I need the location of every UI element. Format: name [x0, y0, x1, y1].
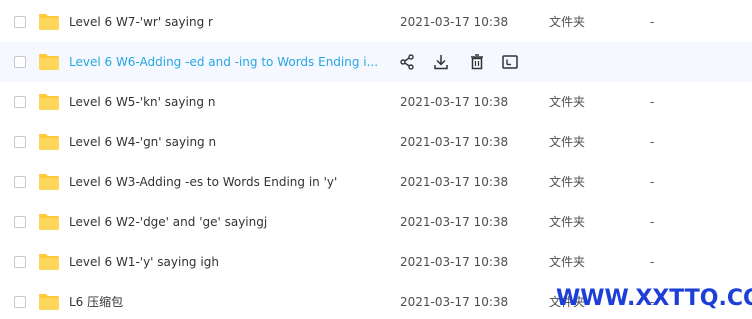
row-checkbox[interactable]	[14, 216, 26, 228]
folder-row[interactable]: Level 6 W3-Adding -es to Words Ending in…	[0, 162, 752, 202]
file-name[interactable]: Level 6 W3-Adding -es to Words Ending in…	[69, 174, 337, 190]
row-checkbox[interactable]	[14, 136, 26, 148]
folder-icon	[39, 94, 59, 110]
folder-icon	[39, 294, 59, 310]
file-type: 文件夹	[549, 15, 586, 29]
modified-date: 2021-03-17 10:38	[400, 175, 509, 189]
file-size: -	[650, 135, 655, 149]
row-checkbox[interactable]	[14, 56, 26, 68]
modified-date: 2021-03-17 10:38	[400, 95, 509, 109]
modified-date: 2021-03-17 10:38	[400, 15, 509, 29]
modified-date: 2021-03-17 10:38	[400, 135, 509, 149]
delete-icon[interactable]	[468, 53, 486, 71]
folder-icon	[39, 14, 59, 30]
more-icon[interactable]	[501, 53, 519, 71]
row-checkbox[interactable]	[14, 256, 26, 268]
file-type: 文件夹	[549, 255, 586, 269]
row-checkbox[interactable]	[14, 296, 26, 308]
file-type: 文件夹	[549, 95, 586, 109]
file-name[interactable]: L6 压缩包	[69, 294, 123, 310]
modified-date: 2021-03-17 10:38	[400, 215, 509, 229]
folder-row[interactable]: Level 6 W7-'wr' saying r 2021-03-17 10:3…	[0, 2, 752, 42]
folder-icon	[39, 214, 59, 230]
file-name[interactable]: Level 6 W6-Adding -ed and -ing to Words …	[69, 54, 378, 70]
file-list: Level 6 W7-'wr' saying r 2021-03-17 10:3…	[0, 0, 752, 319]
modified-date: 2021-03-17 10:38	[400, 295, 509, 309]
file-size: -	[650, 255, 655, 269]
modified-date: 2021-03-17 10:38	[400, 255, 509, 269]
watermark: WWW.XXTTQ.COM	[556, 286, 752, 311]
folder-row[interactable]: Level 6 W4-'gn' saying n 2021-03-17 10:3…	[0, 122, 752, 162]
row-checkbox[interactable]	[14, 176, 26, 188]
file-type: 文件夹	[549, 135, 586, 149]
file-size: -	[650, 95, 655, 109]
folder-row[interactable]: Level 6 W1-'y' saying igh 2021-03-17 10:…	[0, 242, 752, 282]
file-size: -	[650, 15, 655, 29]
folder-row-hovered[interactable]: Level 6 W6-Adding -ed and -ing to Words …	[0, 42, 752, 82]
file-type: 文件夹	[549, 175, 586, 189]
file-name[interactable]: Level 6 W2-'dge' and 'ge' sayingj	[69, 214, 267, 230]
download-icon[interactable]	[432, 53, 450, 71]
file-name[interactable]: Level 6 W7-'wr' saying r	[69, 14, 213, 30]
file-size: -	[650, 175, 655, 189]
folder-icon	[39, 134, 59, 150]
folder-icon	[39, 254, 59, 270]
row-checkbox[interactable]	[14, 96, 26, 108]
folder-row[interactable]: Level 6 W2-'dge' and 'ge' sayingj 2021-0…	[0, 202, 752, 242]
row-checkbox[interactable]	[14, 16, 26, 28]
folder-icon	[39, 174, 59, 190]
file-type: 文件夹	[549, 215, 586, 229]
file-name[interactable]: Level 6 W4-'gn' saying n	[69, 134, 216, 150]
file-name[interactable]: Level 6 W5-'kn' saying n	[69, 94, 215, 110]
folder-row[interactable]: Level 6 W5-'kn' saying n 2021-03-17 10:3…	[0, 82, 752, 122]
folder-icon	[39, 54, 59, 70]
file-size: -	[650, 215, 655, 229]
file-name[interactable]: Level 6 W1-'y' saying igh	[69, 254, 219, 270]
share-icon[interactable]	[398, 53, 416, 71]
